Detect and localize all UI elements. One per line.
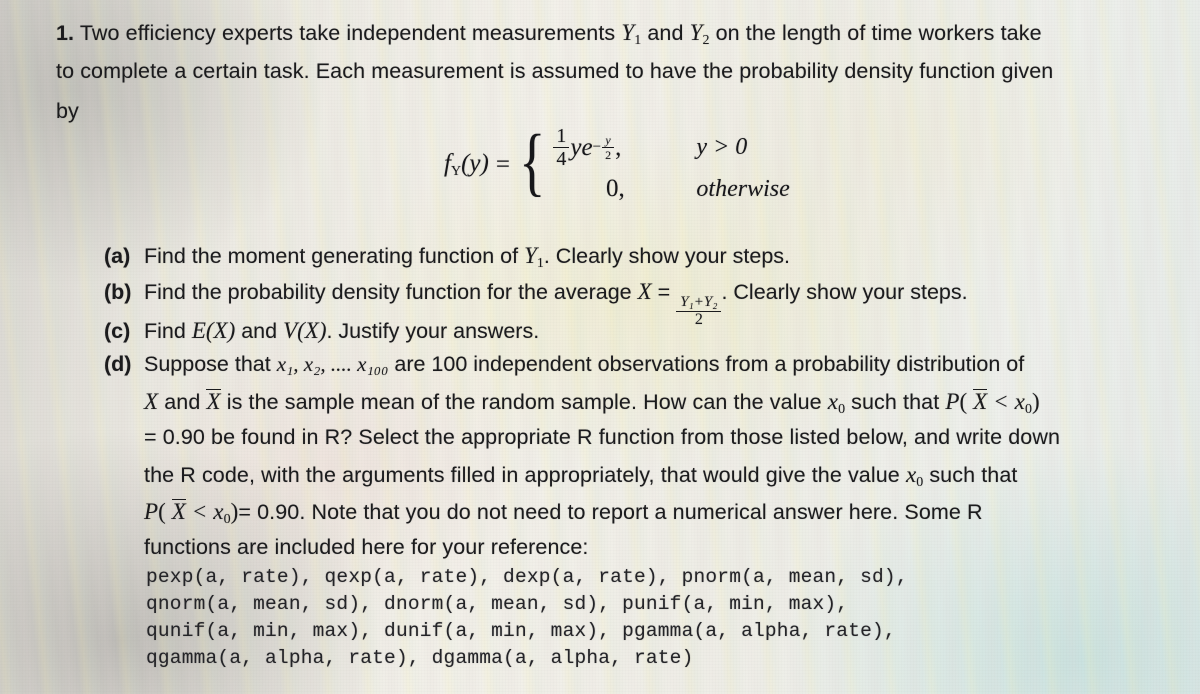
list-item-b-tag: (b) bbox=[104, 280, 132, 304]
r-functions-line-1: pexp(a, rate), qexp(a, rate), dexp(a, ra… bbox=[146, 566, 908, 588]
threshold-x0: x0 bbox=[827, 389, 846, 417]
formula-case-2-condition: otherwise bbox=[696, 175, 790, 202]
variable-y1: Y1 bbox=[621, 20, 642, 48]
question-number: 1. bbox=[56, 21, 75, 45]
question-content: 1. Two efficiency experts take independe… bbox=[0, 0, 1200, 694]
formula-brace: { bbox=[519, 119, 546, 204]
coefficient-one-quarter: 1 4 bbox=[553, 126, 570, 169]
formula-case-1: 1 4 ye − y 2, y > 0 bbox=[552, 126, 789, 169]
b-equals: = bbox=[657, 280, 671, 304]
average-fraction: Y₁+Y₂ 2 bbox=[676, 294, 722, 329]
photographed-page: 1. Two efficiency experts take independe… bbox=[0, 0, 1200, 694]
case-1-comma: , bbox=[615, 133, 622, 161]
list-item-d-tag: (d) bbox=[104, 352, 132, 376]
pdf-formula: fY(y) = { 1 4 ye − y 2, y > 0 0, otherwi… bbox=[444, 119, 790, 204]
observation-variables: x₁, x₂, .... x₁₀₀ bbox=[276, 352, 389, 376]
formula-case-1-condition: y > 0 bbox=[696, 134, 748, 160]
r-functions-line-3: qunif(a, min, max), dunif(a, min, max), … bbox=[146, 620, 896, 642]
r-functions-line-2: qnorm(a, mean, sd), dnorm(a, mean, sd), … bbox=[146, 593, 849, 615]
list-item-d: (d) Suppose that x₁, x₂, .... x₁₀₀ are 1… bbox=[104, 352, 1024, 377]
case-1-ye-term: ye bbox=[570, 133, 593, 161]
list-item-a: (a) Find the moment generating function … bbox=[104, 243, 790, 272]
formula-left-hand-side: fY(y) bbox=[444, 149, 489, 179]
list-item-d-line-1: Suppose that x₁, x₂, .... x₁₀₀ are 100 i… bbox=[144, 352, 1025, 376]
list-item-d-line-4: the R code, with the arguments filled in… bbox=[144, 462, 1018, 490]
list-item-c-body: Find E(X) and V(X). Justify your answers… bbox=[144, 318, 540, 343]
variance-of-x: V(X) bbox=[283, 318, 327, 343]
list-item-a-body: Find the moment generating function of Y… bbox=[144, 243, 791, 271]
sample-mean-xbar: X bbox=[206, 389, 221, 414]
random-variable-x: X bbox=[144, 389, 159, 414]
question-intro-line-1: 1. Two efficiency experts take independe… bbox=[56, 21, 1042, 48]
intro-text-1b: on the length of time workers take bbox=[715, 21, 1042, 45]
list-item-d-line-3: = 0.90 be found in R? Select the appropr… bbox=[144, 425, 1061, 449]
list-item-a-tag: (a) bbox=[104, 244, 131, 268]
intro-conjunction: and bbox=[647, 21, 684, 45]
list-item-c: (c) Find E(X) and V(X). Justify your ans… bbox=[104, 318, 539, 344]
probability-expression-2: P( X < x0) bbox=[144, 499, 239, 527]
case-1-exponent: − y 2 bbox=[593, 134, 615, 161]
variable-y1-inline: Y1 bbox=[524, 243, 544, 271]
list-item-c-tag: (c) bbox=[104, 319, 131, 343]
formula-equals-sign: = bbox=[495, 150, 510, 178]
variable-x-inline: X bbox=[637, 279, 652, 304]
probability-expression-1: P( X < x0) bbox=[945, 389, 1040, 417]
formula-case-2-expression: 0, bbox=[606, 175, 625, 202]
formula-case-2: 0, otherwise bbox=[552, 175, 790, 203]
list-item-d-line-5: P( X < x0)= 0.90. Note that you do not n… bbox=[144, 499, 983, 527]
variable-y2: Y2 bbox=[689, 20, 710, 48]
question-intro-line-3: by bbox=[56, 99, 79, 123]
list-item-d-line-2: X and X is the sample mean of the random… bbox=[144, 389, 1040, 417]
r-functions-line-4: qgamma(a, alpha, rate), dgamma(a, alpha,… bbox=[146, 647, 694, 669]
question-intro-line-2: to complete a certain task. Each measure… bbox=[56, 59, 1054, 83]
list-item-d-line-6: functions are included here for your ref… bbox=[144, 535, 589, 559]
expectation-of-x: E(X) bbox=[191, 318, 236, 343]
threshold-x0-repeat: x0 bbox=[905, 462, 924, 490]
intro-text-1a: Two efficiency experts take independent … bbox=[79, 21, 616, 45]
formula-case-1-expression: 1 4 ye − y 2, bbox=[552, 126, 678, 169]
formula-cases: 1 4 ye − y 2, y > 0 0, otherwise bbox=[552, 126, 790, 203]
